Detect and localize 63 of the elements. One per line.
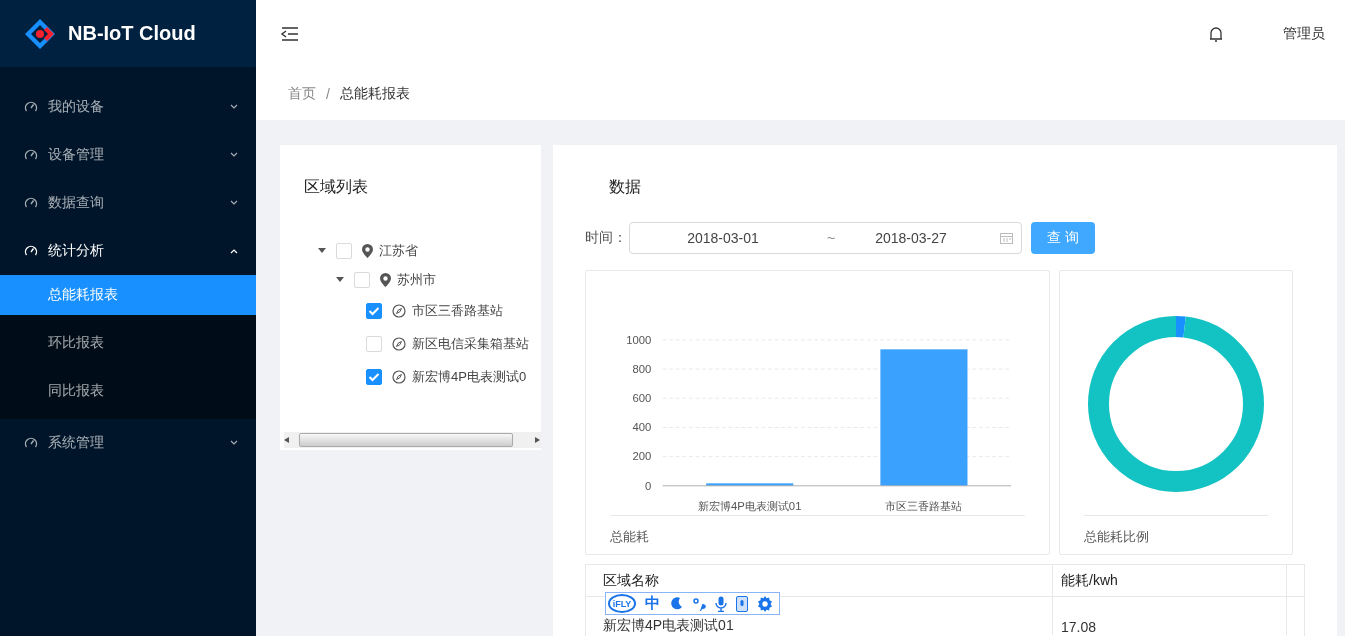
scroll-left-icon[interactable] [284,437,289,443]
compass-icon [392,336,406,351]
input-mode-toggle[interactable]: 中 [645,594,660,613]
menu-item[interactable]: 统计分析 [0,227,256,275]
tree-node-label[interactable]: 新区电信采集箱基站 [412,334,529,353]
compass-icon [392,303,406,318]
breadcrumb-item[interactable]: 首页 [288,84,316,103]
dashboard-icon [24,436,38,450]
punctuation-icon[interactable] [692,596,706,611]
moon-icon[interactable] [669,596,683,611]
submenu-item[interactable]: 环比报表 [0,323,256,363]
location-pin-icon [380,272,391,287]
dashboard-icon [24,244,38,258]
axis-tick-label: 200 [632,450,652,463]
column-header: 能耗/kwh [1052,565,1286,596]
microphone-icon[interactable] [715,595,727,612]
column-header: 区域名称 [602,571,660,590]
notification-bell-icon[interactable] [1209,25,1223,42]
table-cell-text: 新宏博4P电表测试01 [602,617,735,635]
tree-node-label[interactable]: 新宏博4P电表测试0 [412,367,527,386]
menu-item[interactable]: 设备管理 [0,131,256,179]
breadcrumb-item: / [326,85,330,102]
menu-item[interactable]: 我的设备 [0,83,256,131]
brand-name: NB-IoT Cloud [68,22,196,45]
logo-icon [23,16,57,51]
tablet-icon[interactable] [736,595,748,612]
axis-tick-label: 600 [632,392,652,404]
chart-caption: 总能耗 [610,515,1025,554]
settings-icon[interactable] [757,595,773,612]
dashboard-icon [24,100,38,114]
user-name[interactable]: 管理员 [1283,24,1325,43]
breadcrumb-item: 总能耗报表 [339,84,410,103]
axis-tick-label: 1000 [626,333,652,346]
checkbox[interactable] [366,302,382,319]
tree-node-label[interactable]: 江苏省 [379,241,418,260]
dashboard-icon [24,148,38,162]
caret-icon[interactable] [336,276,344,283]
menu-item[interactable]: 系统管理 [0,419,256,467]
chart-caption: 总能耗比例 [1084,515,1268,554]
axis-category-label: 新宏博4P电表测试01 [698,500,802,513]
axis-category-label: 市区三香路基站 [885,500,963,513]
axis-tick-label: 0 [645,479,652,492]
ime-logo[interactable]: iFLY [608,594,636,613]
panel-title: 数据 [608,177,642,197]
menu-item[interactable]: 数据查询 [0,179,256,227]
submenu-item[interactable]: 同比报表 [0,371,256,411]
date-range-field[interactable]: 2018-03-01 ~ 2018-03-27 [629,222,1022,254]
compass-icon [392,369,406,384]
time-label: 时间： [585,229,627,247]
location-pin-icon [362,243,373,258]
menu-icon[interactable] [280,25,300,42]
tree-node-label[interactable]: 市区三香路基站 [412,301,503,320]
checkbox[interactable] [366,368,382,385]
axis-tick-label: 400 [632,421,652,434]
axis-tick-label: 800 [632,362,652,375]
dashboard-icon [24,196,38,210]
scroll-right-icon[interactable] [535,437,540,443]
caret-icon[interactable] [318,247,326,254]
panel-title: 区域列表 [303,177,369,197]
table-cell: 17.08 [1052,597,1286,635]
tree-node-label[interactable]: 苏州市 [397,270,436,289]
horizontal-scrollbar[interactable] [284,432,541,448]
calendar-icon [1000,232,1013,244]
